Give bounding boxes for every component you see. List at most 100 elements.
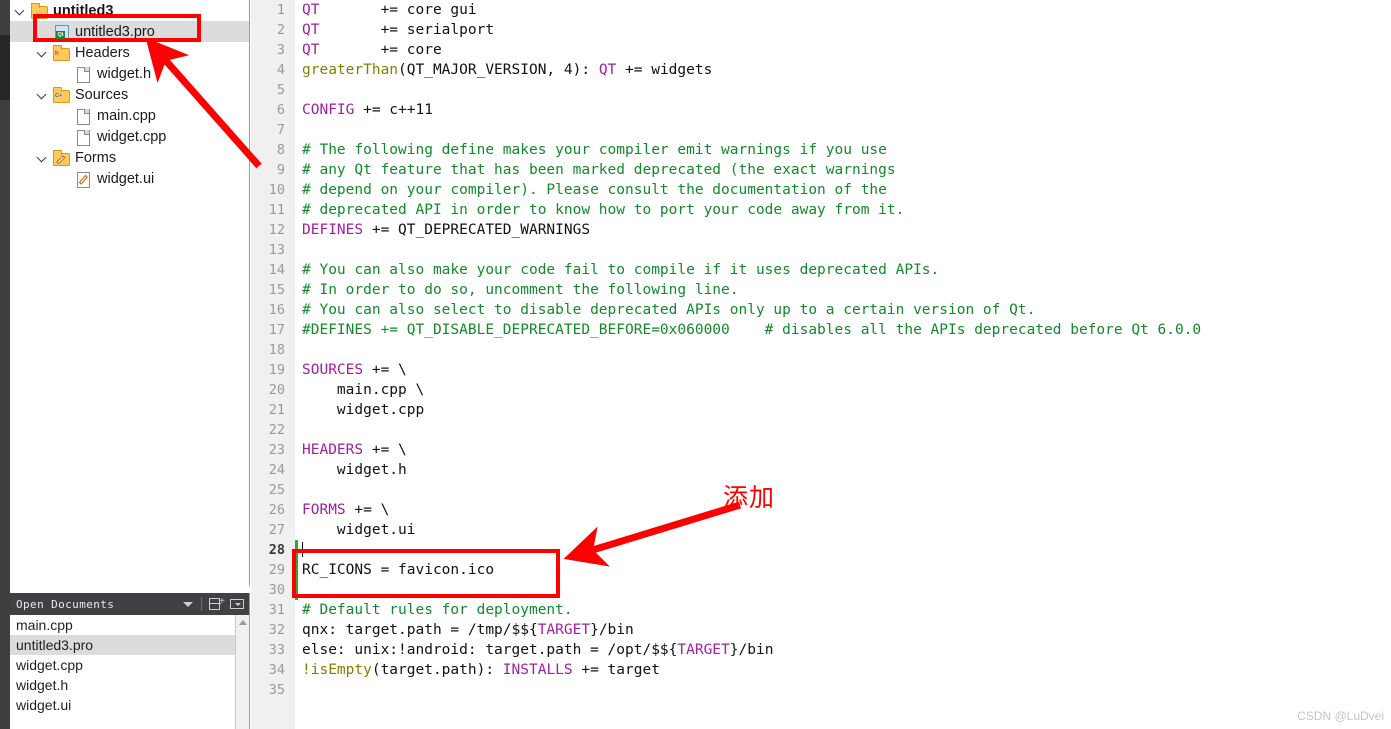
code-content[interactable]: 1 QT += core gui 2 QT += serialport 3 QT += c… <box>251 0 1391 700</box>
code-line[interactable]: 5 <box>251 80 1391 100</box>
code-line[interactable]: 1 QT += core gui <box>251 0 1391 20</box>
line-number: 20 <box>268 382 285 398</box>
open-document-item[interactable]: widget.ui <box>10 695 249 715</box>
tree-item-label: Headers <box>75 44 130 61</box>
tree-item-widget-ui[interactable]: widget.ui <box>10 168 249 189</box>
line-number: 3 <box>276 42 285 58</box>
tree-item-sources[interactable]: C+ Sources <box>10 84 249 105</box>
code-text: HEADERS += \ <box>302 442 407 458</box>
code-line[interactable]: 23 HEADERS += \ <box>251 440 1391 460</box>
line-number: 24 <box>268 462 285 478</box>
code-text: # You can also select to disable depreca… <box>302 302 1036 318</box>
code-line[interactable]: 6 CONFIG += c++11 <box>251 100 1391 120</box>
scroll-up-arrow-icon[interactable] <box>239 620 247 625</box>
code-line[interactable]: 18 <box>251 340 1391 360</box>
open-document-item[interactable]: untitled3.pro <box>10 635 249 655</box>
code-text: qnx: target.path = /tmp/$${TARGET}/bin <box>302 622 634 638</box>
code-line[interactable]: 17 #DEFINES += QT_DISABLE_DEPRECATED_BEFO… <box>251 320 1391 340</box>
code-text: else: unix:!android: target.path = /opt/… <box>302 642 774 658</box>
code-line[interactable]: 12 DEFINES += QT_DEPRECATED_WARNINGS <box>251 220 1391 240</box>
code-text: FORMS += \ <box>302 502 390 518</box>
code-line[interactable]: 8 # The following define makes your compi… <box>251 140 1391 160</box>
code-line[interactable]: 22 <box>251 420 1391 440</box>
code-line[interactable]: 25 <box>251 480 1391 500</box>
code-line[interactable]: 33 else: unix:!android: target.path = /op… <box>251 640 1391 660</box>
tree-item-forms[interactable]: Forms <box>10 147 249 168</box>
code-line[interactable]: 16 # You can also select to disable depre… <box>251 300 1391 320</box>
line-number: 32 <box>268 622 285 638</box>
code-line[interactable]: 11 # deprecated API in order to know how … <box>251 200 1391 220</box>
code-line[interactable]: 34 !isEmpty(target.path): INSTALLS += tar… <box>251 660 1391 680</box>
line-number: 26 <box>268 502 285 518</box>
line-number: 9 <box>276 162 285 178</box>
code-line[interactable]: 27 widget.ui <box>251 520 1391 540</box>
code-line[interactable]: 31 # Default rules for deployment. <box>251 600 1391 620</box>
line-number: 29 <box>268 562 285 578</box>
code-editor[interactable]: 1 QT += core gui 2 QT += serialport 3 QT += c… <box>251 0 1391 729</box>
chevron-down-icon[interactable] <box>36 46 49 59</box>
code-line[interactable]: 3 QT += core <box>251 40 1391 60</box>
code-text: RC_ICONS = favicon.ico <box>302 562 495 578</box>
tree-item-widget-h[interactable]: widget.h <box>10 63 249 84</box>
code-line[interactable]: 13 <box>251 240 1391 260</box>
code-line[interactable]: 35 <box>251 680 1391 700</box>
code-line[interactable]: 4 greaterThan(QT_MAJOR_VERSION, 4): QT +=… <box>251 60 1391 80</box>
chevron-down-icon[interactable] <box>36 151 49 164</box>
tree-item-label: Forms <box>75 149 117 166</box>
code-line[interactable]: 19 SOURCES += \ <box>251 360 1391 380</box>
code-line[interactable]: 30 <box>251 580 1391 600</box>
code-line[interactable]: 26 FORMS += \ <box>251 500 1391 520</box>
code-text: SOURCES += \ <box>302 362 407 378</box>
code-line[interactable]: 32 qnx: target.path = /tmp/$${TARGET}/bin <box>251 620 1391 640</box>
file-icon <box>74 108 92 125</box>
chevron-down-icon[interactable] <box>14 4 27 17</box>
tree-item-untitled3-pro[interactable]: Qt untitled3.pro <box>10 21 249 42</box>
code-line[interactable]: 7 <box>251 120 1391 140</box>
change-marker <box>295 560 298 580</box>
line-number: 30 <box>268 582 285 598</box>
line-number: 8 <box>276 142 285 158</box>
code-line[interactable]: 9 # any Qt feature that has been marked d… <box>251 160 1391 180</box>
code-text: # You can also make your code fail to co… <box>302 262 940 278</box>
code-line[interactable]: 29 RC_ICONS = favicon.ico <box>251 560 1391 580</box>
split-window-icon[interactable]: + <box>205 593 227 615</box>
line-number: 1 <box>276 2 285 18</box>
code-text: QT += core gui <box>302 2 477 18</box>
open-document-item[interactable]: main.cpp <box>10 615 249 635</box>
file-icon <box>74 129 92 146</box>
open-document-item[interactable]: widget.h <box>10 675 249 695</box>
tree-item-label: main.cpp <box>97 107 156 124</box>
code-line[interactable]: 28 <box>251 540 1391 560</box>
code-text: QT += serialport <box>302 22 495 38</box>
open-document-item[interactable]: widget.cpp <box>10 655 249 675</box>
tree-item-headers[interactable]: h Headers <box>10 42 249 63</box>
line-number: 10 <box>268 182 285 198</box>
code-line[interactable]: 10 # depend on your compiler). Please con… <box>251 180 1391 200</box>
open-documents-scrollbar[interactable] <box>235 615 249 729</box>
line-number: 23 <box>268 442 285 458</box>
line-number: 25 <box>268 482 285 498</box>
chevron-down-icon[interactable] <box>36 88 49 101</box>
line-number: 6 <box>276 102 285 118</box>
open-documents-panel: Open Documents + main.cpp untitled3.pro wi… <box>10 593 250 729</box>
code-line[interactable]: 20 main.cpp \ <box>251 380 1391 400</box>
tree-item-untitled3[interactable]: untitled3 <box>10 0 249 21</box>
code-text: # The following define makes your compil… <box>302 142 887 158</box>
line-number: 19 <box>268 362 285 378</box>
close-panel-icon[interactable] <box>227 593 249 615</box>
code-line[interactable]: 14 # You can also make your code fail to … <box>251 260 1391 280</box>
tree-item-widget-cpp[interactable]: widget.cpp <box>10 126 249 147</box>
code-text: DEFINES += QT_DEPRECATED_WARNINGS <box>302 222 591 238</box>
rail-active-segment <box>0 35 10 100</box>
tree-item-main-cpp[interactable]: main.cpp <box>10 105 249 126</box>
line-number: 11 <box>268 202 285 218</box>
open-documents-list: main.cpp untitled3.pro widget.cpp widget.h w… <box>10 615 249 729</box>
tree-item-label: untitled3 <box>53 2 114 19</box>
code-line[interactable]: 15 # In order to do so, uncomment the fol… <box>251 280 1391 300</box>
tree-item-label: Sources <box>75 86 129 103</box>
code-line[interactable]: 21 widget.cpp <box>251 400 1391 420</box>
chevron-down-icon[interactable] <box>176 593 198 615</box>
line-number: 5 <box>276 82 285 98</box>
code-line[interactable]: 2 QT += serialport <box>251 20 1391 40</box>
code-line[interactable]: 24 widget.h <box>251 460 1391 480</box>
